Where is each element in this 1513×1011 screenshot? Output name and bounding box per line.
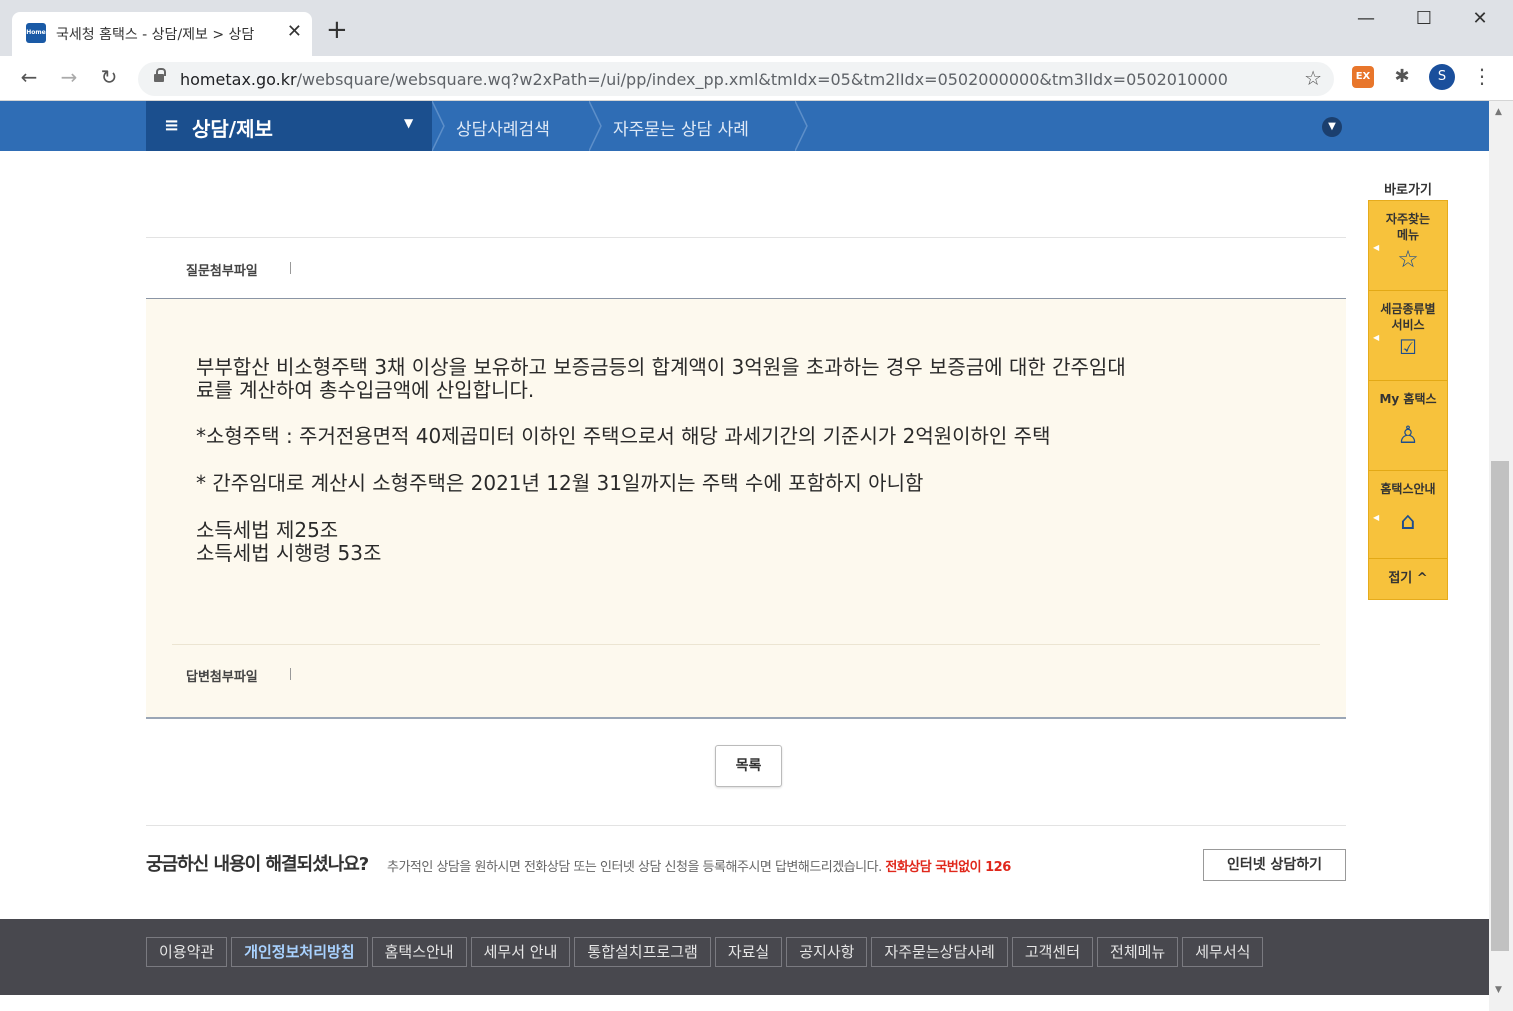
- browser-toolbar: ← → ↻ hometax.go.kr/websquare/websquare.…: [0, 56, 1513, 101]
- back-icon[interactable]: ←: [16, 65, 42, 89]
- quick-my-hometax[interactable]: My 홈택스 ♙: [1369, 381, 1447, 471]
- quick-menu: ◀ 자주찾는 메뉴 ☆ ◀ 세금종류별 서비스 ☑ My 홈택스 ♙ ◀ 홈택스…: [1368, 200, 1448, 600]
- url-host: hometax.go.kr: [180, 70, 297, 89]
- footer-link-hometax-guide[interactable]: 홈택스안내: [371, 937, 467, 967]
- arrow-left-icon: ◀: [1373, 243, 1380, 252]
- minimize-icon[interactable]: —: [1346, 8, 1386, 29]
- page-viewport: ≡ 상담/제보 ▼ 상담사례검색 자주묻는 상담 사례 ▼ 질문첨부파일 부부합…: [0, 101, 1489, 1011]
- footer-link-tax-forms[interactable]: 세무서식: [1182, 937, 1264, 967]
- hamburger-icon[interactable]: ≡: [164, 115, 179, 136]
- browser-titlebar: Home 국세청 홈택스 - 상담/제보 > 상담 ✕ + — ☐ ✕: [0, 0, 1513, 56]
- divider: [290, 668, 291, 680]
- extensions-puzzle-icon[interactable]: ✱: [1391, 66, 1413, 88]
- address-bar[interactable]: hometax.go.kr/websquare/websquare.wq?w2x…: [138, 62, 1334, 96]
- quick-label: 서비스: [1391, 318, 1425, 332]
- house-icon: ⌂: [1400, 507, 1416, 535]
- url-path: /websquare/websquare.wq?w2xPath=/ui/pp/i…: [296, 70, 1228, 89]
- quick-label: 홈택스안내: [1380, 482, 1436, 496]
- star-icon: ☆: [1397, 245, 1419, 273]
- quick-menu-title: 바로가기: [1384, 183, 1432, 198]
- profile-avatar[interactable]: S: [1429, 64, 1455, 90]
- answer-attachment-label: 답변첨부파일: [186, 670, 258, 685]
- divider: [172, 644, 1320, 645]
- answer-line: *소형주택 : 주거전용면적 40제곱미터 이하인 주택으로서 해당 과세기간의…: [196, 424, 1051, 448]
- user-icon: ♙: [1397, 421, 1419, 449]
- arrow-left-icon: ◀: [1373, 333, 1380, 342]
- url-text: hometax.go.kr/websquare/websquare.wq?w2x…: [180, 70, 1228, 89]
- breadcrumb-separator-icon: [432, 101, 445, 151]
- divider: [290, 262, 291, 274]
- quick-label: 메뉴: [1396, 228, 1420, 242]
- help-question: 궁금하신 내용이 해결되셨나요?: [146, 854, 369, 875]
- close-window-icon[interactable]: ✕: [1460, 8, 1500, 29]
- footer-link-customer-center[interactable]: 고객센터: [1011, 937, 1094, 967]
- quick-tax-services[interactable]: ◀ 세금종류별 서비스 ☑: [1369, 291, 1447, 381]
- internet-consult-button[interactable]: 인터넷 상담하기: [1203, 849, 1346, 881]
- phone-number: 전화상담 국번없이 126: [885, 860, 1011, 875]
- divider: [146, 825, 1346, 826]
- hometax-favicon-icon: Home: [26, 23, 46, 43]
- footer-link-terms[interactable]: 이용약관: [146, 937, 228, 967]
- page-scrollbar[interactable]: ▲ ▼: [1489, 101, 1513, 1011]
- answer-content: 부부합산 비소형주택 3채 이상을 보유하고 보증금등의 합계액이 3억원을 초…: [146, 299, 1346, 719]
- footer-link-tax-office[interactable]: 세무서 안내: [470, 937, 571, 967]
- quick-label: 자주찾는: [1385, 212, 1431, 226]
- list-button[interactable]: 목록: [715, 745, 782, 787]
- gnb-menu-selector[interactable]: ≡ 상담/제보 ▼: [146, 101, 432, 151]
- question-attachment-label: 질문첨부파일: [186, 264, 258, 279]
- breadcrumb-separator-icon: [795, 101, 808, 151]
- scroll-down-icon[interactable]: ▼: [1495, 985, 1502, 995]
- answer-line: 료를 계산하여 총수입금액에 산입합니다.: [196, 378, 535, 402]
- tab-title: 국세청 홈택스 - 상담/제보 > 상담: [56, 27, 255, 43]
- global-nav-bar: ≡ 상담/제보 ▼ 상담사례검색 자주묻는 상담 사례 ▼: [0, 101, 1489, 151]
- bookmark-star-icon[interactable]: ☆: [1304, 66, 1322, 90]
- scroll-thumb[interactable]: [1491, 461, 1509, 951]
- quick-hometax-guide[interactable]: ◀ 홈택스안내 ⌂: [1369, 471, 1447, 559]
- divider: [146, 237, 1346, 238]
- scroll-up-icon[interactable]: ▲: [1495, 107, 1502, 117]
- checkbox-icon: ☑: [1399, 335, 1417, 359]
- answer-line: 소득세법 제25조: [196, 518, 339, 542]
- breadcrumb-consult-search[interactable]: 상담사례검색: [456, 115, 550, 140]
- browser-menu-icon[interactable]: ⋮: [1472, 64, 1492, 88]
- footer-link-privacy[interactable]: 개인정보처리방침: [231, 937, 368, 967]
- footer-link-library[interactable]: 자료실: [714, 937, 783, 967]
- reload-icon[interactable]: ↻: [96, 65, 122, 89]
- browser-tab[interactable]: Home 국세청 홈택스 - 상담/제보 > 상담 ✕: [12, 12, 312, 56]
- caret-down-icon[interactable]: ▼: [404, 116, 413, 130]
- quick-label: My 홈택스: [1379, 392, 1437, 406]
- forward-icon[interactable]: →: [56, 65, 82, 89]
- breadcrumb-separator-icon: [589, 101, 602, 151]
- quick-label: 세금종류별: [1380, 302, 1436, 316]
- arrow-left-icon: ◀: [1373, 513, 1380, 522]
- answer-line: 소득세법 시행령 53조: [196, 541, 382, 565]
- extension-ex-icon[interactable]: EX: [1352, 66, 1374, 88]
- help-desc-text: 추가적인 상담을 원하시면 전화상담 또는 인터넷 상담 신청을 등록해주시면 …: [387, 860, 882, 875]
- gnb-title: 상담/제보: [192, 117, 273, 141]
- maximize-icon[interactable]: ☐: [1404, 8, 1444, 29]
- lock-icon: [154, 68, 166, 84]
- footer-link-install[interactable]: 통합설치프로그램: [574, 937, 711, 967]
- footer-link-all-menu[interactable]: 전체메뉴: [1097, 937, 1179, 967]
- footer-bottom-strip: [0, 995, 1489, 1011]
- footer-link-faq[interactable]: 자주묻는상담사례: [871, 937, 1008, 967]
- breadcrumb-faq-cases[interactable]: 자주묻는 상담 사례: [613, 115, 749, 140]
- footer-links: 이용약관 개인정보처리방침 홈택스안내 세무서 안내 통합설치프로그램 자료실 …: [146, 937, 1264, 967]
- quick-menu-fold-button[interactable]: 접기 ^: [1369, 559, 1447, 599]
- answer-line: * 간주임대로 계산시 소형주택은 2021년 12월 31일까지는 주택 수에…: [196, 471, 924, 495]
- tab-close-icon[interactable]: ✕: [287, 21, 302, 42]
- new-tab-icon[interactable]: +: [326, 17, 348, 43]
- quick-favorites[interactable]: ◀ 자주찾는 메뉴 ☆: [1369, 201, 1447, 291]
- chevron-down-icon[interactable]: ▼: [1322, 117, 1342, 137]
- answer-line: 부부합산 비소형주택 3채 이상을 보유하고 보증금등의 합계액이 3억원을 초…: [196, 355, 1126, 379]
- footer-link-notice[interactable]: 공지사항: [786, 937, 868, 967]
- footer: 이용약관 개인정보처리방침 홈택스안내 세무서 안내 통합설치프로그램 자료실 …: [0, 919, 1489, 1011]
- help-description: 추가적인 상담을 원하시면 전화상담 또는 인터넷 상담 신청을 등록해주시면 …: [387, 856, 1011, 875]
